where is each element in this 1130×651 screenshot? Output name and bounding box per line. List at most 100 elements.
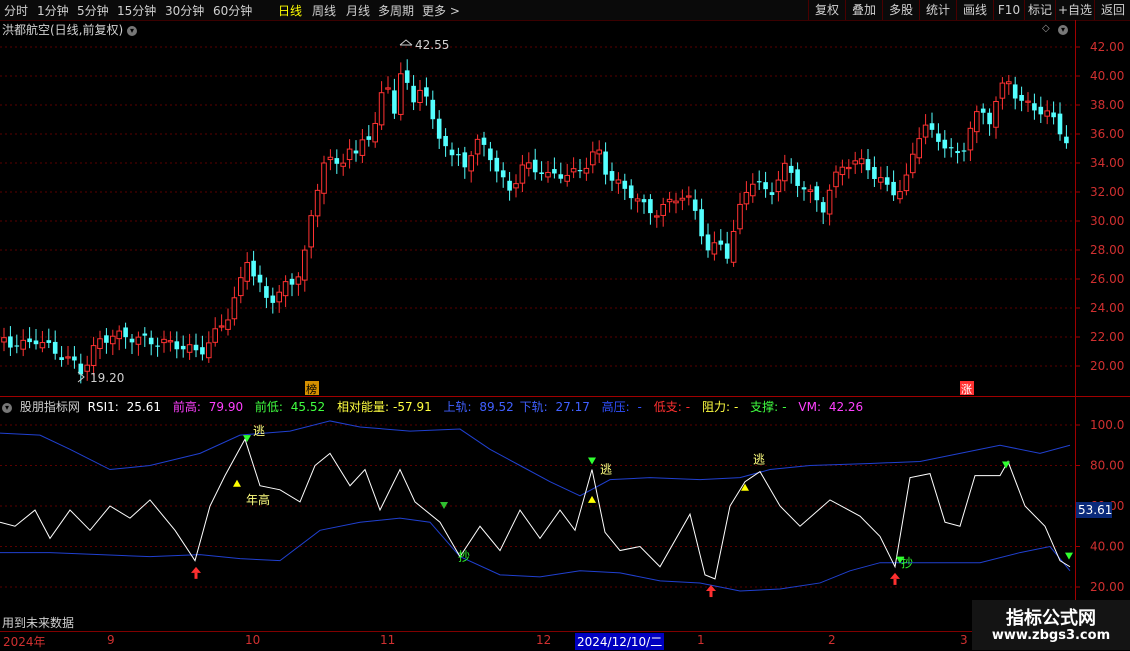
- candle-body: [218, 325, 225, 328]
- candle-body: [590, 151, 596, 166]
- candle-body: [993, 101, 999, 128]
- date-label-sep: 9: [107, 633, 115, 647]
- price-tick-label: 34.00: [1090, 156, 1124, 170]
- yellow-up-triangle: [233, 479, 241, 487]
- candle-body: [1057, 113, 1063, 135]
- candle-body: [763, 182, 768, 190]
- candle-body: [711, 242, 718, 255]
- prev-high: 前高: 79.90: [173, 400, 247, 414]
- candle-body: [801, 187, 807, 190]
- indicator-tick-label: 80.00: [1090, 459, 1124, 473]
- candle-body: [583, 167, 590, 174]
- rsi1-label: RSI1: 25.61: [88, 400, 165, 414]
- price-tick-label: 24.00: [1090, 301, 1124, 315]
- candle-body: [884, 177, 890, 185]
- price-tick-label: 36.00: [1090, 127, 1124, 141]
- candle-body: [967, 127, 974, 151]
- candle-body: [603, 151, 608, 175]
- candle-body: [1025, 100, 1031, 103]
- candle-body: [378, 92, 385, 126]
- price-tick-label: 30.00: [1090, 214, 1124, 228]
- candle-body: [980, 108, 986, 113]
- candle-body: [257, 274, 263, 283]
- event-marker-right-text: 涨: [961, 383, 972, 396]
- candle-body: [46, 340, 52, 343]
- candle-body: [468, 155, 474, 172]
- candle-body: [756, 181, 762, 183]
- chevron-down-icon[interactable]: ▾: [2, 402, 12, 413]
- lower-band-label: 下轨:: [519, 400, 548, 414]
- candle-body: [916, 138, 923, 159]
- low-support: 低支: -: [654, 400, 694, 414]
- candle-body: [264, 286, 269, 298]
- indicator-name: 股朋指标网: [19, 400, 80, 414]
- candle-body: [507, 180, 512, 191]
- prev-low: 前低: 45.52: [255, 400, 329, 414]
- date-label-dec: 12: [536, 633, 552, 647]
- candle-body: [679, 197, 686, 201]
- upper-band-line: [0, 420, 1071, 497]
- candle-body: [730, 230, 737, 263]
- candle-body: [974, 111, 980, 133]
- candle-body: [922, 124, 929, 138]
- date-label-oct: 10: [245, 633, 261, 647]
- candle-body: [552, 169, 557, 174]
- energy-label: 相对能量:: [336, 400, 390, 414]
- price-tick-label: 42.00: [1090, 40, 1124, 54]
- rsi1-label-text: RSI1:: [87, 400, 119, 414]
- current-value-label: 53.61: [1078, 503, 1112, 517]
- date-label-year: 2024年: [3, 635, 46, 649]
- candle-body: [65, 356, 71, 359]
- rsi1-value: 25.61: [126, 400, 162, 414]
- candle-body: [174, 341, 180, 350]
- low-support-label: 低支:: [653, 400, 682, 414]
- candle-body: [167, 340, 174, 343]
- candle-body: [833, 171, 839, 188]
- pressure: 高压: -: [602, 400, 646, 414]
- yellow-up-triangle: [588, 495, 596, 503]
- candle-body: [750, 183, 756, 197]
- candle-body: [858, 158, 865, 165]
- candle-body: [929, 123, 935, 130]
- candle-body: [340, 162, 346, 167]
- price-tick-label: 32.00: [1090, 185, 1124, 199]
- red-buy-arrow-stem: [893, 578, 897, 585]
- candle-body: [814, 186, 820, 201]
- candle-body: [411, 85, 416, 103]
- red-buy-arrow: [191, 566, 201, 573]
- candle-body: [193, 344, 199, 351]
- escape-signal-label: 逃: [753, 452, 765, 466]
- candle-body: [891, 181, 896, 196]
- candle-body: [116, 330, 123, 340]
- date-axis: 2024年 9 10 11 12 2024/12/10/二 1 2 3: [0, 631, 1076, 651]
- prev-high-value: 79.90: [208, 400, 244, 414]
- candle-body: [500, 170, 506, 178]
- candle-body: [839, 166, 846, 176]
- prev-low-value: 45.52: [290, 400, 326, 414]
- resistance-value: -: [733, 400, 739, 414]
- vm-value: 42.26: [828, 400, 864, 414]
- candle-body: [641, 199, 647, 203]
- candle-body: [686, 195, 692, 198]
- candle-body: [8, 336, 13, 348]
- candle-body: [1038, 106, 1044, 115]
- candle-body: [622, 180, 628, 189]
- candle-body: [1064, 136, 1069, 144]
- candle-body: [545, 171, 551, 178]
- candle-body: [33, 340, 39, 345]
- high-price-label: 42.55: [415, 38, 449, 52]
- escape-signal-label: 逃: [253, 424, 265, 438]
- candle-body: [238, 277, 244, 297]
- buy-signal-label: 抄: [901, 556, 913, 570]
- candle-body: [999, 82, 1006, 99]
- candle-body: [1, 337, 7, 343]
- candle-body: [200, 347, 205, 355]
- candle-body: [666, 198, 673, 203]
- candle-body: [570, 168, 577, 173]
- candle-body: [321, 162, 327, 194]
- candle-body: [955, 151, 960, 154]
- watermark-title: 指标公式网: [1006, 608, 1096, 629]
- candle-body: [532, 159, 538, 173]
- candle-body: [20, 339, 26, 350]
- candle-body: [225, 319, 231, 330]
